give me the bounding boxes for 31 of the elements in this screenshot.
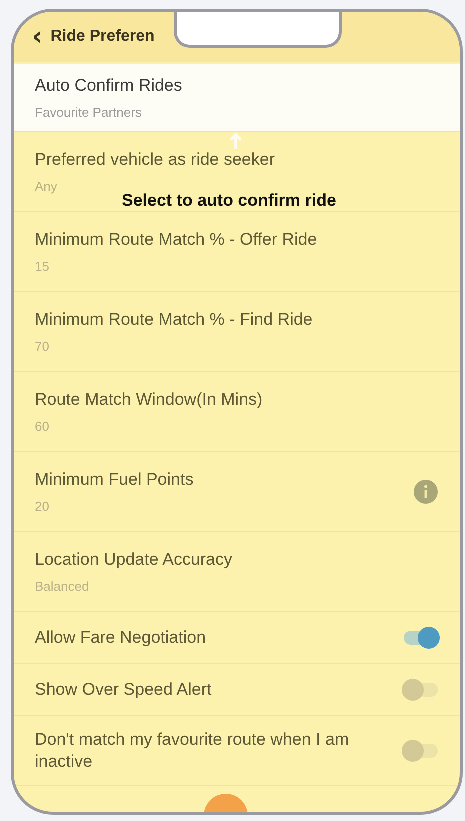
setting-row[interactable]: Minimum Route Match % - Find Ride 70 <box>14 292 460 372</box>
setting-row[interactable]: Minimum Fuel Points 20 <box>14 452 460 532</box>
arrow-up-icon <box>229 133 243 149</box>
setting-title: Don't match my favourite route when I am inactive <box>35 729 350 772</box>
setting-row[interactable]: Location Update Accuracy Balanced <box>14 532 460 612</box>
setting-value: 20 <box>35 498 50 514</box>
setting-value: 15 <box>35 258 50 274</box>
screen-title: Ride Preferen <box>50 28 155 46</box>
setting-title: Preferred vehicle as ride seeker <box>35 149 276 171</box>
back-button[interactable]: ‹ <box>28 24 47 50</box>
tooltip-text: Select to auto confirm ride <box>122 191 336 211</box>
info-icon[interactable] <box>414 480 438 504</box>
setting-row[interactable]: Auto Confirm Rides Favourite Partners <box>14 64 460 132</box>
setting-value: Any <box>35 178 58 194</box>
setting-title: Auto Confirm Rides <box>35 75 182 97</box>
setting-row[interactable]: Don't match my favourite route when I am inactive <box>14 716 460 786</box>
setting-row[interactable]: Minimum Route Match % - Offer Ride 15 <box>14 212 460 292</box>
setting-title: Minimum Route Match % - Find Ride <box>35 309 313 331</box>
setting-title: Minimum Fuel Points <box>35 469 194 491</box>
setting-row[interactable]: Route Match Window(In Mins) 60 <box>14 372 460 452</box>
setting-title: Allow Fare Negotiation <box>35 626 206 648</box>
setting-value: 70 <box>35 338 50 354</box>
setting-title: Route Match Window(In Mins) <box>35 389 263 411</box>
setting-title: Minimum Route Match % - Offer Ride <box>35 229 318 251</box>
setting-title: Show Over Speed Alert <box>35 678 212 700</box>
setting-value: 60 <box>35 418 50 434</box>
setting-row[interactable]: Allow Fare Negotiation <box>14 612 460 664</box>
setting-row[interactable]: Show Over Speed Alert <box>14 664 460 716</box>
setting-title: Location Update Accuracy <box>35 549 233 571</box>
setting-value: Balanced <box>35 578 90 594</box>
setting-value: Favourite Partners <box>35 104 142 120</box>
